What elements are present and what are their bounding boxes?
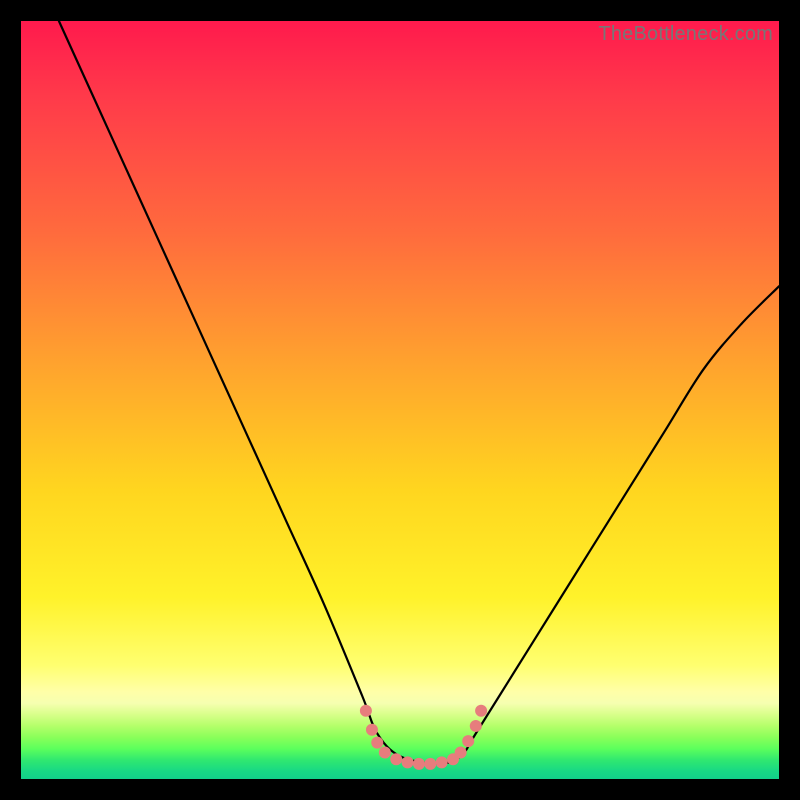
curve-marker bbox=[413, 758, 425, 770]
curve-marker bbox=[360, 705, 372, 717]
curve-marker bbox=[390, 753, 402, 765]
curve-marker bbox=[455, 746, 467, 758]
curve-marker bbox=[475, 705, 487, 717]
curve-marker bbox=[424, 758, 436, 770]
plot-area: TheBottleneck.com bbox=[21, 21, 779, 779]
curve-marker bbox=[366, 724, 378, 736]
curve-marker bbox=[371, 737, 383, 749]
bottleneck-curve bbox=[59, 21, 779, 764]
curve-marker bbox=[402, 756, 414, 768]
chart-container: TheBottleneck.com bbox=[0, 0, 800, 800]
marker-group bbox=[360, 705, 487, 770]
curve-marker bbox=[462, 735, 474, 747]
curve-marker bbox=[470, 720, 482, 732]
curve-svg bbox=[21, 21, 779, 779]
curve-marker bbox=[436, 756, 448, 768]
curve-marker bbox=[379, 746, 391, 758]
